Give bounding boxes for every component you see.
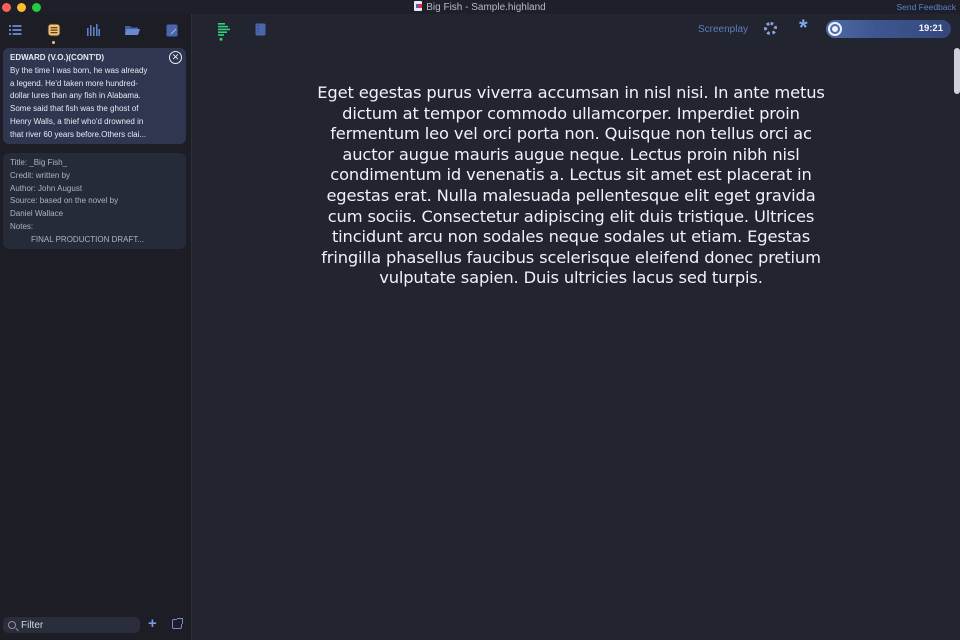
card-line: dollar lures than any fish in Alabama. — [10, 91, 141, 101]
tab-navigator[interactable] — [46, 22, 62, 44]
card-line: FINAL PRODUCTION DRAFT... — [31, 234, 145, 244]
tab-statistics[interactable] — [85, 22, 101, 38]
record-icon[interactable] — [828, 22, 842, 36]
tab-outline[interactable] — [7, 22, 23, 38]
editor-area: Screenplay * 19:21 Eget egestas purus vi… — [195, 14, 960, 640]
card-heading: EDWARD (V.O.)(CONT'D) — [10, 53, 105, 62]
card-line: a legend. He'd taken more hundred- — [10, 78, 138, 88]
card-line: that river 60 years before.Others clai..… — [10, 129, 147, 139]
active-indicator-dot — [52, 41, 55, 44]
card-line: Credit: written by — [10, 170, 71, 180]
folder-icon — [124, 25, 140, 35]
tab-notes[interactable] — [164, 22, 180, 38]
asterisk-icon[interactable]: * — [799, 16, 808, 40]
list-icon — [8, 25, 21, 35]
export-icon[interactable] — [172, 618, 183, 629]
editor-text[interactable]: Eget egestas purus viverra accumsan in n… — [315, 83, 827, 289]
plus-icon[interactable]: + — [148, 615, 157, 633]
scene-cards-icon — [47, 23, 61, 37]
window-title: Big Fish - Sample.highland — [0, 1, 960, 13]
text-align-icon[interactable] — [218, 23, 230, 46]
card-line: Source: based on the novel by — [10, 196, 119, 206]
card-line: Some said that fish was the ghost of — [10, 104, 139, 114]
filter-input[interactable] — [21, 619, 131, 631]
sprint-timer[interactable]: 19:21 — [826, 20, 951, 38]
timer-value: 19:21 — [918, 23, 943, 34]
send-feedback-link[interactable]: Send Feedback — [896, 2, 956, 12]
document-icon — [414, 1, 423, 11]
screenplay-mode-label[interactable]: Screenplay — [698, 24, 748, 35]
card-line: Henry Walls, a thief who'd drowned in — [10, 116, 144, 126]
card-line: Author: John August — [10, 183, 83, 193]
sidebar: EDWARD (V.O.)(CONT'D) By the time I was … — [0, 14, 192, 640]
scene-card[interactable]: EDWARD (V.O.)(CONT'D) By the time I was … — [3, 48, 186, 144]
close-circle-icon[interactable]: ✕ — [169, 51, 182, 64]
app-window: Big Fish - Sample.highland Send Feedback — [0, 0, 960, 640]
card-line: By the time I was born, he was already — [10, 65, 148, 75]
notebook-icon — [166, 24, 178, 36]
filter-field[interactable] — [3, 617, 140, 633]
card-line: Daniel Wallace — [10, 209, 64, 219]
title-page-card[interactable]: Title: _Big Fish_ Credit: written by Aut… — [3, 153, 186, 249]
notebook-icon[interactable] — [255, 23, 266, 41]
tab-files[interactable] — [124, 22, 140, 38]
card-line: Title: _Big Fish_ — [10, 158, 68, 167]
sidebar-tabs — [0, 18, 192, 44]
scrollbar[interactable] — [954, 48, 960, 94]
search-icon — [8, 621, 16, 629]
stats-icon — [86, 24, 100, 36]
title-bar: Big Fish - Sample.highland Send Feedback — [0, 0, 960, 14]
card-line: Notes: — [10, 221, 34, 231]
progress-ring-icon[interactable] — [764, 22, 777, 35]
